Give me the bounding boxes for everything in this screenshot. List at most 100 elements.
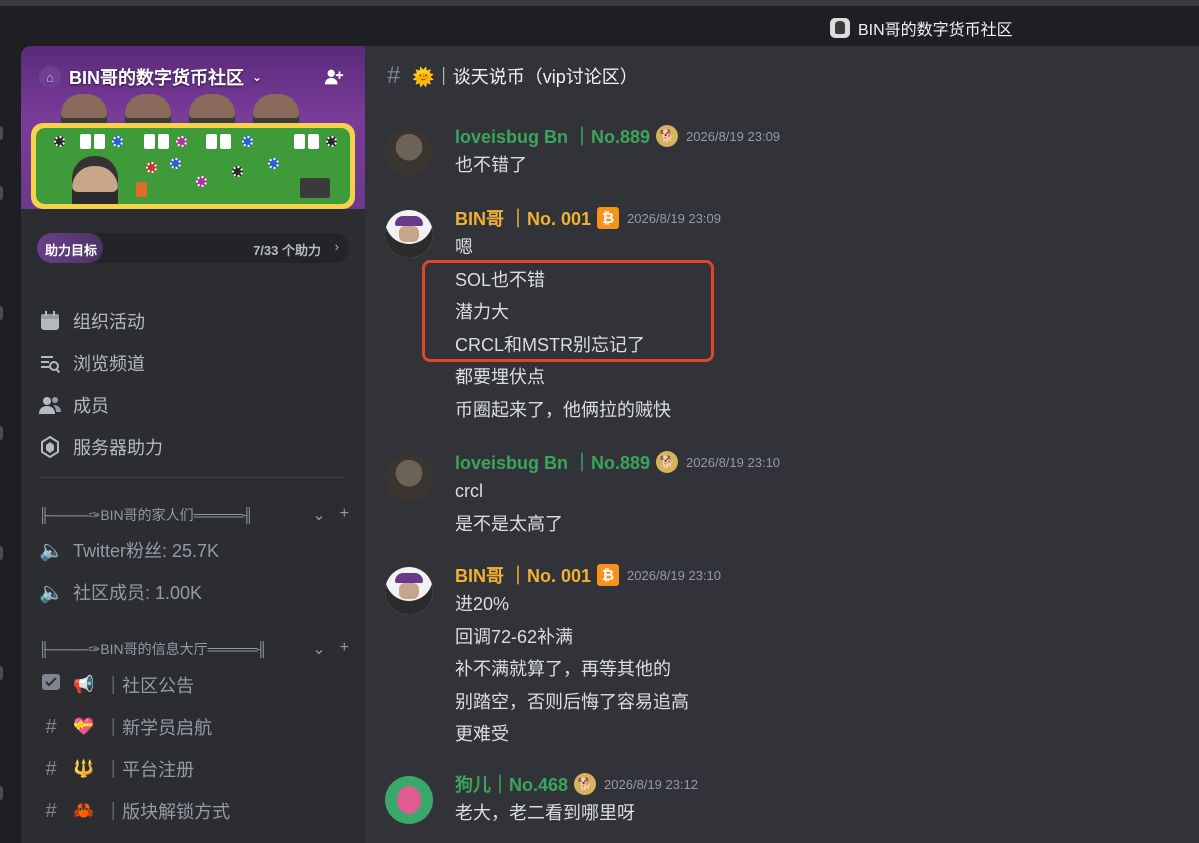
crab-emoji-icon: 🦀 (73, 801, 95, 820)
channel-twitter-followers[interactable]: 🔈 Twitter粉丝: 25.7K (39, 530, 349, 570)
message-line: 都要埋伏点 (455, 367, 545, 387)
menu-item-server-boost[interactable]: 服务器助力 (39, 426, 349, 468)
chip-icon (54, 136, 65, 147)
message-timestamp: 2026/8/19 23:10 (627, 567, 722, 583)
chevron-down-icon[interactable]: ⌄ (312, 505, 325, 525)
channel-unlock-sections[interactable]: # 🦀 ｜版块解锁方式 (39, 791, 349, 831)
server-menu: 组织活动 浏览频道 成员 服务器助力 (39, 300, 349, 468)
voice-locked-icon: 🔈 (39, 581, 64, 604)
hash-icon: # (45, 799, 57, 822)
avatar[interactable] (385, 776, 433, 824)
category-info-hall[interactable]: ╟────✑BIN哥的信息大厅═════╢ ⌄ + (39, 637, 349, 661)
channel-new-students[interactable]: # 💝 ｜新学员启航 (39, 707, 349, 747)
category-name: ╟────✑BIN哥的家人们═════╢ (39, 507, 254, 523)
doge-coin-icon: 🐕 (656, 451, 679, 473)
menu-item-label: 服务器助力 (73, 438, 163, 458)
chip-icon (176, 136, 187, 147)
message-line: 回调72-62补满 (455, 626, 574, 647)
avatar[interactable] (385, 210, 433, 258)
invite-people-button[interactable] (321, 64, 347, 90)
rail-indicator[interactable] (0, 126, 3, 140)
hash-icon: # (45, 715, 57, 738)
chip-icon (196, 176, 207, 187)
rail-indicator[interactable] (0, 546, 3, 560)
menu-item-label: 组织活动 (73, 312, 145, 332)
sidebar-divider (39, 477, 345, 478)
doge-coin-icon: 🐕 (574, 773, 597, 795)
announcement-icon (39, 672, 63, 698)
rail-indicator[interactable] (0, 186, 3, 200)
chevron-down-icon[interactable]: ⌄ (312, 639, 325, 659)
dealer-avatar (72, 156, 118, 204)
channel-community-members[interactable]: 🔈 社区成员: 1.00K (39, 572, 349, 612)
title-bar-edge (0, 0, 1199, 6)
menu-item-browse-channels[interactable]: 浏览频道 (39, 342, 349, 384)
create-channel-icon[interactable]: + (340, 639, 349, 659)
red-highlight-box (422, 260, 714, 362)
hash-icon: # (45, 757, 57, 780)
card-icon (144, 134, 155, 149)
chevron-right-icon: › (334, 239, 339, 254)
message-author[interactable]: 狗儿｜No.468 (455, 771, 568, 797)
message-content: 也不错了 (455, 151, 527, 184)
window-title: BIN哥的数字货币社区 (830, 16, 1013, 40)
chip-icon (326, 136, 337, 147)
boost-goal-bar[interactable]: 助力目标 7/33 个助力 › (37, 233, 349, 263)
avatar[interactable] (385, 567, 433, 615)
message-author[interactable]: BIN哥 ｜No. 001 (455, 205, 591, 231)
message-content: crcl 是不是太高了 (455, 477, 563, 542)
channel-announcements[interactable]: 📢 ｜社区公告 (39, 665, 349, 705)
poker-table-illustration (31, 123, 355, 209)
avatar[interactable] (385, 128, 433, 176)
menu-item-label: 成员 (73, 396, 109, 416)
poker-table-felt (36, 128, 350, 204)
rail-indicator[interactable] (0, 786, 3, 800)
channel-list-icon (39, 352, 61, 374)
channel-label: ｜版块解锁方式 (104, 802, 231, 822)
card-icon (206, 134, 217, 149)
category-family[interactable]: ╟────✑BIN哥的家人们═════╢ ⌄ + (39, 503, 349, 527)
chip-icon (170, 158, 181, 169)
card-icon (308, 134, 319, 149)
title-bar: BIN哥的数字货币社区 (0, 0, 1199, 46)
card-icon (294, 134, 305, 149)
channel-platform-register[interactable]: # 🔱 ｜平台注册 (39, 749, 349, 789)
chat-area: # 🌞｜谈天说币（vip讨论区） loveisbug Bn ｜No.889 🐕 … (365, 46, 1199, 843)
channel-label: 社区成员: 1.00K (73, 583, 203, 603)
channel-header: # 🌞｜谈天说币（vip讨论区） (365, 46, 1199, 106)
channel-label: Twitter粉丝: 25.7K (73, 541, 220, 561)
card-shoe-icon (300, 178, 330, 198)
menu-item-label: 浏览频道 (73, 354, 145, 374)
message-line: 别踏空，否则后悔了容易追高 (455, 691, 689, 712)
message-line: 更难受 (455, 724, 509, 744)
boost-count: 7/33 个助力 (253, 243, 321, 258)
card-icon (94, 134, 105, 149)
message-line: crcl (455, 481, 483, 501)
message-line: 补不满就算了，再等其他的 (455, 659, 671, 679)
message-timestamp: 2026/8/19 23:09 (627, 210, 722, 226)
avatar[interactable] (385, 454, 433, 502)
message-timestamp: 2026/8/19 23:09 (686, 128, 781, 144)
boost-gem-icon (39, 436, 61, 458)
trident-emoji-icon: 🔱 (73, 759, 95, 778)
server-name-dropdown[interactable]: ⌂ BIN哥的数字货币社区 ⌄ (39, 64, 262, 90)
channel-sidebar: ⌂ BIN哥的数字货币社区 ⌄ 助力目标 7/33 个助力 › 组织活动 浏览频… (21, 46, 365, 843)
message-line: 币圈起来了，他俩拉的贼快 (455, 399, 671, 420)
rail-indicator[interactable] (0, 666, 3, 680)
chip-icon (146, 162, 157, 173)
add-user-icon (324, 69, 344, 85)
create-channel-icon[interactable]: + (340, 505, 349, 525)
rail-indicator[interactable] (0, 306, 3, 320)
megaphone-emoji-icon: 📢 (73, 675, 95, 694)
message-author[interactable]: loveisbug Bn ｜No.889 (455, 449, 650, 475)
chevron-down-icon: ⌄ (252, 70, 263, 84)
message-author[interactable]: BIN哥 ｜No. 001 (455, 562, 591, 588)
message-timestamp: 2026/8/19 23:12 (604, 776, 699, 792)
channel-label: ｜社区公告 (104, 676, 195, 696)
rail-indicator[interactable] (0, 426, 3, 440)
message-author[interactable]: loveisbug Bn ｜No.889 (455, 123, 650, 149)
message-content: 进20% 回调72-62补满 补不满就算了，再等其他的 别踏空，否则后悔了容易追… (455, 590, 689, 753)
chip-icon (112, 136, 123, 147)
menu-item-events[interactable]: 组织活动 (39, 300, 349, 342)
menu-item-members[interactable]: 成员 (39, 384, 349, 426)
